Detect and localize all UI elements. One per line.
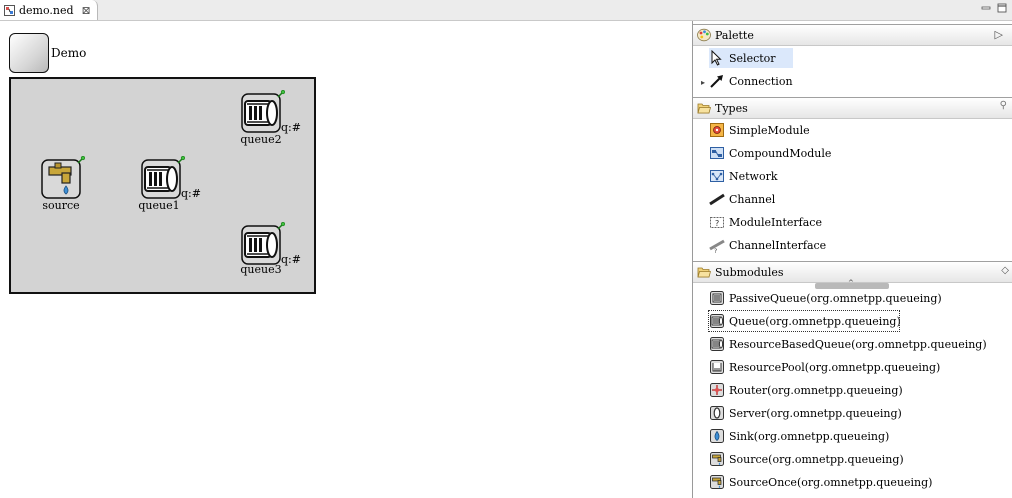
type-label: ModuleInterface (729, 215, 822, 229)
type-network[interactable]: Network (709, 166, 778, 186)
server-icon (710, 406, 724, 420)
palette-title: Palette (715, 28, 754, 42)
submodule-label: PassiveQueue(org.omnetpp.queueing) (729, 291, 942, 305)
queue1-module-icon[interactable] (141, 159, 181, 199)
svg-text:?: ? (715, 219, 719, 228)
submodule-sink[interactable]: Sink(org.omnetpp.queueing) (709, 426, 889, 446)
submodule-label: Router(org.omnetpp.queueing) (729, 383, 903, 397)
type-label: ChannelInterface (729, 238, 827, 252)
submodule-source-once[interactable]: SourceOnce(org.omnetpp.queueing) (709, 472, 932, 492)
simple-module-icon (710, 123, 724, 137)
resource-queue-icon (710, 337, 724, 351)
network-type-icon[interactable] (9, 33, 49, 73)
source-once-icon (710, 475, 724, 489)
pin-icon (277, 90, 285, 98)
module-label-queue1: queue1 (138, 199, 180, 212)
network-icon (710, 170, 724, 182)
tool-connection[interactable]: Connection (709, 71, 793, 91)
module-label-queue3: queue3 (240, 263, 282, 276)
pin-icon (177, 156, 185, 164)
module-label-queue2: queue2 (240, 133, 282, 146)
type-label: CompoundModule (729, 146, 832, 160)
submodule-label: Server(org.omnetpp.queueing) (729, 406, 902, 420)
queue-icon (710, 314, 724, 328)
type-compound-module[interactable]: CompoundModule (709, 143, 831, 163)
compound-module-icon (710, 147, 724, 159)
folder-open-icon (697, 103, 711, 114)
ned-file-icon (4, 4, 15, 16)
module-interface-icon: ? (710, 217, 724, 228)
submodule-source[interactable]: Source(org.omnetpp.queueing) (709, 449, 904, 469)
queue3-module-icon[interactable] (241, 225, 281, 265)
type-label: SimpleModule (729, 123, 810, 137)
expand-triangle-icon[interactable]: ▸ (701, 78, 705, 87)
minimize-icon[interactable] (980, 2, 992, 14)
folder-open-icon (697, 267, 711, 278)
channel-interface-icon: ? (709, 239, 725, 253)
queue2-module-icon[interactable] (241, 93, 281, 133)
types-title: Types (715, 101, 748, 115)
tool-selector[interactable]: Selector (709, 48, 793, 68)
type-label: Channel (729, 192, 776, 206)
tool-label: Selector (729, 51, 776, 65)
submodule-label: ResourceBasedQueue(org.omnetpp.queueing) (729, 337, 987, 351)
source-icon (710, 452, 724, 466)
palette-icon (697, 28, 711, 42)
type-channel[interactable]: Channel (709, 189, 775, 209)
pin-icon (77, 156, 85, 164)
maximize-icon[interactable] (996, 2, 1008, 14)
compound-module-area[interactable]: q:# queue2 source q:# queue1 q:# queue3 (9, 77, 316, 294)
connection-arrow-icon (710, 75, 723, 88)
pin-view-icon[interactable]: ⚲ (1000, 100, 1007, 111)
module-label-source: source (42, 199, 80, 212)
channel-icon (709, 193, 725, 206)
tool-label: Connection (729, 74, 793, 88)
submodule-label: Sink(org.omnetpp.queueing) (729, 429, 890, 443)
types-header[interactable]: Types ⚲ (693, 97, 1012, 119)
type-channel-interface[interactable]: ? ChannelInterface (709, 235, 826, 255)
palette-panel: Palette ▷ Selector ▸ Connection Types ⚲ … (692, 21, 1012, 498)
router-icon (710, 383, 724, 397)
submodules-title: Submodules (715, 265, 784, 279)
graphical-editor-canvas[interactable]: Demo q:# queue2 source q:# queue1 q:# qu… (0, 21, 692, 498)
submodule-label: Queue(org.omnetpp.queueing) (729, 314, 901, 328)
submodule-server[interactable]: Server(org.omnetpp.queueing) (709, 403, 902, 423)
type-module-interface[interactable]: ? ModuleInterface (709, 212, 822, 232)
resource-pool-icon (710, 360, 724, 374)
tab-title: demo.ned (19, 3, 74, 17)
submodule-label: SourceOnce(org.omnetpp.queueing) (729, 475, 933, 489)
pin-icon (277, 222, 285, 230)
passive-queue-icon (710, 291, 724, 305)
svg-text:?: ? (714, 248, 717, 253)
editor-tab-demo-ned[interactable]: demo.ned ⊠ (0, 0, 98, 20)
submodule-label: ResourcePool(org.omnetpp.queueing) (729, 360, 941, 374)
collapse-arrow-icon[interactable]: ▷ (995, 28, 1003, 41)
type-label: Network (729, 169, 778, 183)
submodule-resource-based-queue[interactable]: ResourceBasedQueue(org.omnetpp.queueing) (709, 334, 987, 354)
sink-icon (710, 429, 724, 443)
network-name: Demo (51, 46, 87, 60)
source-module-icon[interactable] (41, 159, 81, 199)
palette-header[interactable]: Palette ▷ (693, 24, 1012, 46)
chevron-up-icon: ^ (848, 279, 854, 287)
type-simple-module[interactable]: SimpleModule (709, 120, 810, 140)
submodule-passive-queue[interactable]: PassiveQueue(org.omnetpp.queueing) (709, 288, 942, 308)
arrow-pointer-icon (711, 50, 722, 66)
close-icon[interactable]: ⊠ (82, 4, 91, 17)
submodule-label: Source(org.omnetpp.queueing) (729, 452, 904, 466)
resize-arrows-icon[interactable]: ◇ (1001, 265, 1009, 276)
submodule-queue[interactable]: Queue(org.omnetpp.queueing) (708, 310, 901, 332)
editor-tab-bar: demo.ned ⊠ (0, 0, 1012, 21)
submodule-router[interactable]: Router(org.omnetpp.queueing) (709, 380, 903, 400)
submodule-resource-pool[interactable]: ResourcePool(org.omnetpp.queueing) (709, 357, 940, 377)
